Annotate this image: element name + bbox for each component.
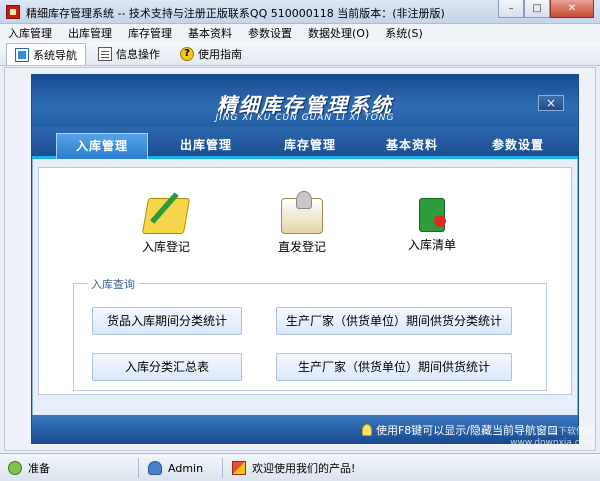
inbound-category-summary-button[interactable]: 入库分类汇总表 [92,353,242,381]
user-icon [148,461,162,475]
menu-inventory[interactable]: 库存管理 [128,25,172,41]
menu-inbound[interactable]: 入库管理 [8,25,52,41]
panel-footer: 使用F8键可以显示/隐藏当前导航窗口 [32,415,578,443]
menu-outbound[interactable]: 出库管理 [68,25,112,41]
status-welcome: 欢迎使用我们的产品! [232,459,355,477]
inbound-query-group: 入库查询 货品入库期间分类统计 生产厂家（供货单位）期间供货分类统计 入库分类汇… [73,276,547,391]
nav-icon [15,47,29,62]
status-welcome-text: 欢迎使用我们的产品! [252,462,356,475]
tab-label: 系统导航 [33,48,77,62]
menu-system[interactable]: 系统(S) [385,25,423,41]
action-label: 直发登记 [277,240,326,254]
supplier-period-stats-button[interactable]: 生产厂家（供货单位）期间供货统计 [276,353,512,381]
tab-inventory[interactable]: 库存管理 [264,133,356,159]
panel-content: 入库登记 直发登记 入库清单 入库查询 货品入库期间分类统计 生产厂家（供货单位… [38,167,572,395]
tab-label: 信息操作 [116,48,160,61]
inbound-list-button[interactable]: 入库清单 [397,198,467,253]
watermark-line2: www.downxia.com [510,438,594,448]
direct-ship-icon [281,191,323,234]
status-divider [222,458,223,478]
panel-tabstrip: 入库管理 出库管理 库存管理 基本资料 参数设置 [32,127,578,159]
direct-ship-register-button[interactable]: 直发登记 [267,191,337,255]
watermark-line1: 当下软件园 [548,427,594,437]
menu-data-processing[interactable]: 数据处理(O) [308,25,369,41]
tab-label: 使用指南 [198,48,242,61]
status-ready: 准备 [8,459,50,477]
tab-inbound[interactable]: 入库管理 [56,133,148,159]
close-button[interactable]: ✕ [550,0,594,18]
supplier-period-category-stats-button[interactable]: 生产厂家（供货单位）期间供货分类统计 [276,307,512,335]
status-user: Admin [148,459,203,477]
ready-icon [8,461,22,475]
app-icon [6,5,20,19]
navigation-panel: 精细库存管理系统 JING XI KU CUN GUAN LI XI TONG … [31,74,579,444]
help-icon: ? [180,47,194,61]
maximize-button[interactable]: □ [524,0,550,18]
window-title: 精细库存管理系统 -- 技术支持与注册正版联系QQ 510000118 当前版本… [26,7,445,20]
menu-basic-data[interactable]: 基本资料 [188,25,232,41]
window-controls: – □ ✕ [498,0,594,18]
watermark: 当下软件园 www.downxia.com [510,427,594,449]
status-ready-text: 准备 [28,462,50,475]
status-user-text: Admin [168,461,204,475]
minimize-button[interactable]: – [498,0,524,18]
tab-system-nav[interactable]: 系统导航 [6,43,86,65]
status-divider [138,458,139,478]
tab-info-ops[interactable]: 信息操作 [90,43,168,65]
main-area: 精细库存管理系统 JING XI KU CUN GUAN LI XI TONG … [4,67,596,451]
status-bar: 准备 Admin 欢迎使用我们的产品! [0,453,600,481]
inbound-register-button[interactable]: 入库登记 [131,198,201,255]
tab-user-guide[interactable]: ? 使用指南 [172,43,250,65]
bulb-icon [361,424,372,436]
action-label: 入库清单 [407,238,456,252]
register-icon [141,198,191,234]
toolbar: 系统导航 信息操作 ? 使用指南 [0,42,600,66]
title-bar: 精细库存管理系统 -- 技术支持与注册正版联系QQ 510000118 当前版本… [0,0,600,24]
tab-basic-data[interactable]: 基本资料 [366,133,458,159]
info-icon [98,47,112,61]
goods-inbound-period-stats-button[interactable]: 货品入库期间分类统计 [92,307,242,335]
product-icon [232,461,246,475]
list-icon [419,198,446,232]
menu-settings[interactable]: 参数设置 [248,25,292,41]
group-legend: 入库查询 [88,276,138,292]
action-label: 入库登记 [141,240,190,254]
menu-bar: 入库管理 出库管理 库存管理 基本资料 参数设置 数据处理(O) 系统(S) [0,24,600,42]
tab-outbound[interactable]: 出库管理 [160,133,252,159]
panel-header: 精细库存管理系统 JING XI KU CUN GUAN LI XI TONG … [32,75,578,127]
tab-settings[interactable]: 参数设置 [472,133,564,159]
panel-close-button[interactable]: × [538,95,564,111]
panel-subtitle: JING XI KU CUN GUAN LI XI TONG [215,113,395,123]
